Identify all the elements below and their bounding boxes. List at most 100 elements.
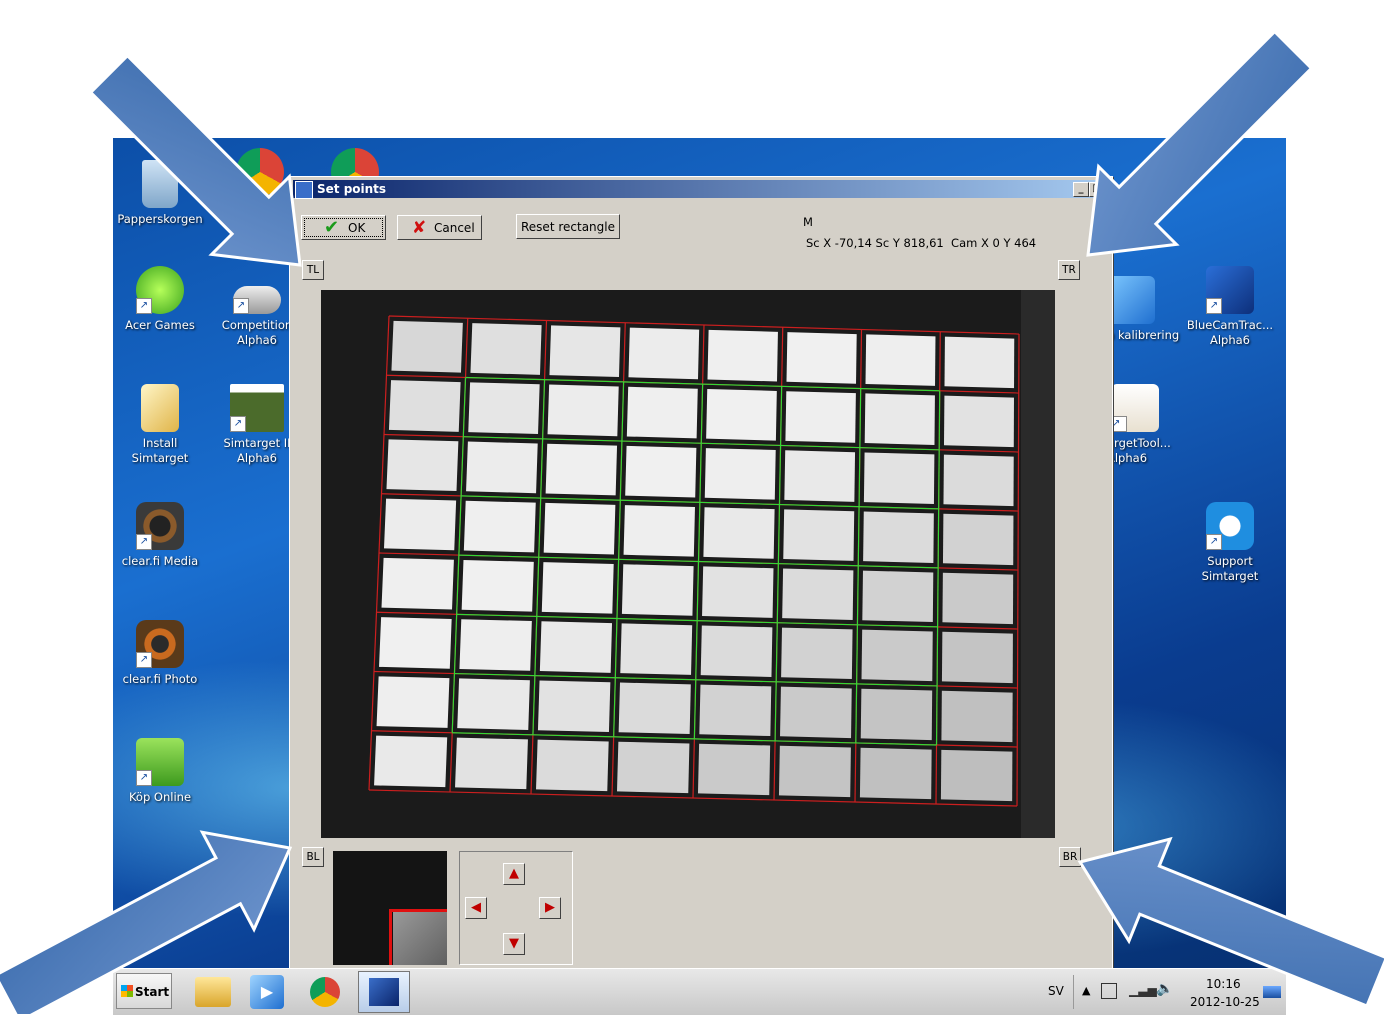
- calibration-icon: [1107, 276, 1155, 324]
- target-cell: [461, 559, 534, 612]
- corner-tl-button[interactable]: TL: [302, 260, 324, 280]
- media-player-icon[interactable]: ▶: [250, 975, 284, 1009]
- chrome-icon[interactable]: [310, 977, 340, 1007]
- mode-indicator: M: [803, 215, 813, 229]
- target-cell: [786, 332, 857, 384]
- target-cell: [381, 557, 454, 610]
- desktop-icon-acer-games[interactable]: ↗ Acer Games: [113, 266, 207, 333]
- cancel-button-label: Cancel: [434, 221, 475, 235]
- nudge-right-button[interactable]: ▶: [539, 897, 561, 919]
- network-icon[interactable]: [1101, 983, 1117, 999]
- target-cell: [536, 739, 609, 792]
- desktop-icon-install-simtarget[interactable]: Install Simtarget: [113, 384, 207, 466]
- shortcut-arrow-icon: ↗: [136, 770, 152, 786]
- desktop-icon-clearfi-photo[interactable]: ↗ clear.fi Photo: [113, 620, 207, 687]
- dialog-title: Set points: [317, 182, 387, 196]
- desktop-icon-kop-online[interactable]: ↗ Köp Online: [113, 738, 207, 805]
- teamviewer-icon: ↗: [1206, 502, 1254, 550]
- language-indicator[interactable]: SV: [1048, 984, 1064, 998]
- target-cell: [863, 452, 935, 504]
- shortcut-arrow-icon: ↗: [230, 416, 246, 432]
- target-cell: [706, 388, 777, 441]
- target-cell: [704, 448, 776, 500]
- reset-rectangle-button[interactable]: Reset rectangle: [516, 214, 620, 239]
- target-cell: [618, 682, 691, 735]
- target-cell: [860, 688, 933, 741]
- camera-view[interactable]: [321, 290, 1055, 838]
- desktop-icon-bluecam[interactable]: ↗ BlueCamTrac... Alpha6: [1183, 266, 1277, 348]
- target-cell: [539, 621, 613, 673]
- nudge-down-button[interactable]: ▼: [503, 933, 525, 955]
- shortcut-arrow-icon: ↗: [233, 298, 249, 314]
- signal-icon[interactable]: ▁▃▅: [1129, 983, 1157, 997]
- target-cell: [859, 747, 932, 800]
- speaker-icon: ↗: [136, 502, 184, 550]
- ok-button[interactable]: ✔ OK: [301, 215, 386, 240]
- target-cell: [697, 743, 771, 796]
- target-cell: [616, 741, 690, 794]
- target-cell: [628, 327, 700, 380]
- minimize-button[interactable]: _: [1073, 182, 1089, 197]
- desktop-icon-support[interactable]: ↗ Support Simtarget: [1183, 502, 1277, 584]
- explorer-icon[interactable]: [195, 977, 231, 1007]
- target-cell: [942, 513, 1014, 566]
- cancel-button[interactable]: ✘ Cancel: [397, 215, 482, 240]
- target-cell: [470, 323, 542, 375]
- simtarget-app-icon[interactable]: [358, 971, 410, 1013]
- shortcut-arrow-icon: ↗: [136, 652, 152, 668]
- volume-icon[interactable]: 🔈: [1156, 981, 1173, 997]
- target-cell: [466, 441, 538, 494]
- corner-tr-button[interactable]: TR: [1058, 260, 1080, 280]
- target-cell: [379, 617, 452, 669]
- acer-shop-icon: ↗: [136, 738, 184, 786]
- desktop-icon-label: Install Simtarget: [131, 436, 189, 465]
- target-cell: [386, 439, 459, 492]
- target-cell: [785, 391, 856, 443]
- taskbar: Start ▶ SV ▲ ▁▃▅ 🔈 10:16 2012-10-25: [113, 968, 1286, 1015]
- target-cell: [621, 564, 694, 616]
- start-button[interactable]: Start: [116, 973, 172, 1009]
- target-cell: [541, 562, 614, 614]
- start-label: Start: [135, 985, 170, 999]
- dialog-titlebar[interactable]: Set points _ □: [293, 180, 1109, 199]
- target-cell: [941, 631, 1013, 684]
- grid-overlay: [368, 315, 1020, 807]
- desktop-icon-label: Köp Online: [128, 790, 192, 804]
- target-cell: [943, 395, 1014, 448]
- nudge-up-button[interactable]: ▲: [503, 863, 525, 885]
- reset-rectangle-label: Reset rectangle: [521, 220, 615, 234]
- checkmark-icon: ✔: [324, 217, 340, 238]
- target-cell: [376, 676, 450, 728]
- competition-icon: ↗: [233, 286, 281, 314]
- target-cell: [468, 382, 540, 435]
- desktop-icon-label: n kalibrering: [1107, 328, 1180, 342]
- desktop-icon-label: Acer Games: [125, 318, 195, 332]
- target-cell: [391, 320, 463, 373]
- shortcut-arrow-icon: ↗: [136, 298, 152, 314]
- zoom-preview: [333, 851, 447, 965]
- corner-bl-button[interactable]: BL: [302, 847, 324, 867]
- shortcut-arrow-icon: ↗: [136, 534, 152, 550]
- show-hidden-icons-icon[interactable]: ▲: [1082, 984, 1090, 997]
- corner-br-button[interactable]: BR: [1059, 847, 1081, 867]
- nudge-left-button[interactable]: ◀: [465, 897, 487, 919]
- target-cell: [784, 450, 856, 502]
- desktop-icon-targettool[interactable]: ↗ argetTool... Alpha6: [1107, 384, 1201, 466]
- desktop-icon-label: argetTool... Alpha6: [1107, 436, 1171, 465]
- clock-date[interactable]: 2012-10-25: [1190, 995, 1260, 1009]
- target-cell: [781, 627, 853, 680]
- install-icon: [141, 384, 179, 432]
- desktop-icon-recycle-bin[interactable]: Papperskorgen: [113, 160, 207, 227]
- target-cell: [943, 454, 1014, 507]
- clock-time[interactable]: 10:16: [1206, 977, 1241, 991]
- target-cell: [783, 509, 855, 561]
- desktop-icon-clearfi-media[interactable]: ↗ clear.fi Media: [113, 502, 207, 569]
- maximize-button[interactable]: □: [1089, 182, 1105, 197]
- target-cell: [463, 500, 536, 553]
- target-cell: [940, 749, 1013, 802]
- target-cell: [782, 568, 854, 620]
- show-desktop-icon[interactable]: [1263, 986, 1281, 998]
- target-cell: [388, 380, 461, 432]
- cancel-x-icon: ✘: [412, 218, 427, 238]
- shortcut-arrow-icon: ↗: [1111, 416, 1127, 432]
